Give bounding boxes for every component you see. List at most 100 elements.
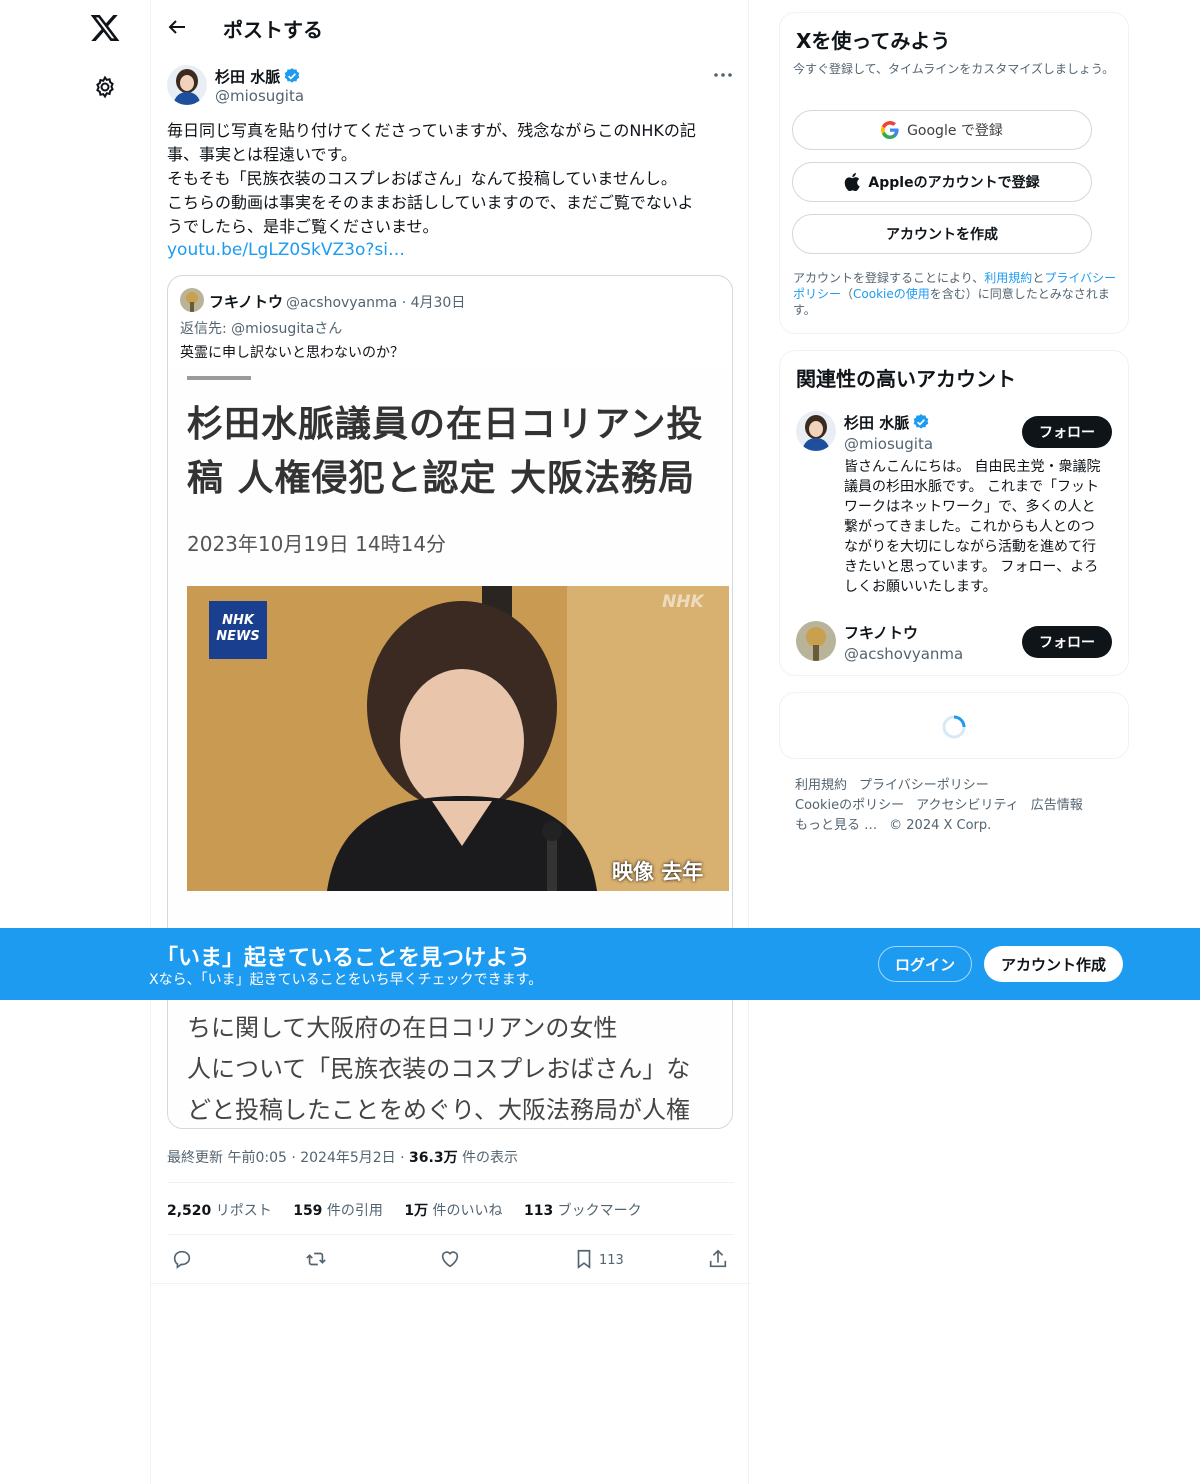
signup-subtitle: 今すぐ登録して、タイムラインをカスタマイズしましょう。: [793, 62, 1115, 76]
quoted-post[interactable]: フキノトウ @acshovyanma · 4月30日 返信先: @miosugi…: [167, 275, 733, 1129]
divider: [167, 1234, 734, 1235]
author-name[interactable]: 杉田 水脈: [215, 66, 301, 87]
follow-button[interactable]: フォロー: [1022, 416, 1112, 448]
bookmarks-label: ブックマーク: [553, 1203, 642, 1219]
likes-count: 1万: [404, 1203, 429, 1219]
verified-badge-icon: [284, 68, 300, 83]
account-name-text: 杉田 水脈: [844, 414, 910, 432]
quote-reply-to: 返信先: @miosugitaさん: [180, 321, 343, 337]
terms-link[interactable]: 利用規約: [984, 271, 1032, 285]
legal-text-2: と: [1032, 271, 1045, 285]
sidebar-footer: 利用規約 プライバシーポリシー Cookieのポリシー アクセシビリティ 広告情報 も…: [795, 776, 1115, 836]
footer-ads-link[interactable]: 広告情報: [1031, 798, 1083, 813]
gear-icon[interactable]: [93, 75, 117, 99]
author-name-text: 杉田 水脈: [215, 68, 281, 86]
share-icon[interactable]: [707, 1248, 729, 1270]
bookmark-action-count: 113: [599, 1253, 624, 1268]
repost-icon[interactable]: [305, 1248, 327, 1270]
nhk-news-badge: NHK NEWS: [209, 601, 267, 659]
footer-more-link[interactable]: もっと見る …: [795, 818, 877, 833]
bookmarks-count: 113: [524, 1203, 554, 1219]
author-avatar[interactable]: [167, 65, 207, 105]
account-name[interactable]: フキノトウ: [844, 622, 918, 643]
page-title: ポストする: [223, 18, 323, 42]
account-bio: 皆さんこんにちは。 自由民主党・衆議院議員の杉田水脈です。 これまで「フットワー…: [844, 459, 1101, 595]
post-timestamp[interactable]: 最終更新 午前0:05 · 2024年5月2日 ·: [167, 1150, 409, 1166]
post-stats: 2,520 リポスト 159 件の引用 1万 件のいいね 113 ブックマーク: [167, 1200, 659, 1220]
account-name[interactable]: 杉田 水脈: [844, 412, 930, 433]
verified-badge-icon: [913, 414, 929, 429]
google-signup-label: Google で登録: [907, 123, 1003, 139]
news-body: ちに関して大阪府の在日コリアンの女性 人について「民族衣装のコスプレおばさん」な…: [187, 1014, 691, 1124]
x-logo-icon[interactable]: [89, 12, 121, 44]
quote-news-image[interactable]: 杉田水脈議員の在日コリアン投稿 人権侵犯と認定 大阪法務局 2023年10月19…: [168, 368, 732, 1128]
cookie-link[interactable]: Cookieの使用: [853, 287, 930, 301]
login-button[interactable]: ログイン: [878, 946, 972, 982]
views-count: 36.3万: [409, 1150, 458, 1166]
banner-subtitle: Xなら、「いま」起きていることをいち早くチェックできます。: [149, 972, 543, 988]
loading-spinner-icon: [942, 715, 966, 739]
footer-accessibility-link[interactable]: アクセシビリティ: [916, 798, 1019, 813]
nhk-badge-line2: NEWS: [216, 629, 260, 644]
account-avatar[interactable]: [796, 411, 836, 451]
main-column: ポストする 杉田 水脈 @miosugita 毎日同じ写真を貼り付けてくださって…: [150, 0, 750, 1484]
footer-cookie-link[interactable]: Cookieのポリシー: [795, 798, 904, 813]
like-icon[interactable]: [439, 1248, 461, 1270]
post-meta: 最終更新 午前0:05 · 2024年5月2日 · 36.3万 件の表示: [167, 1147, 518, 1167]
legal-text-1: アカウントを登録することにより、: [793, 271, 985, 285]
apple-signup-label: Appleのアカウントで登録: [868, 175, 1040, 191]
likes-label: 件のいいね: [428, 1203, 503, 1219]
news-divider: [187, 376, 251, 380]
quote-avatar[interactable]: [180, 288, 204, 312]
reposts-stat[interactable]: 2,520 リポスト: [167, 1203, 272, 1219]
create-account-button[interactable]: アカウントを作成: [792, 214, 1092, 254]
post-text: 毎日同じ写真を貼り付けてくださっていますが、残念ながらこのNHKの記 事、事実と…: [167, 121, 696, 236]
bookmark-icon[interactable]: [573, 1248, 595, 1270]
likes-stat[interactable]: 1万 件のいいね: [404, 1203, 502, 1219]
left-rail: [0, 0, 150, 1484]
footer-privacy-link[interactable]: プライバシーポリシー: [859, 778, 989, 793]
follow-button[interactable]: フォロー: [1022, 626, 1112, 658]
footer-copyright: © 2024 X Corp.: [889, 818, 992, 833]
quotes-label: 件の引用: [322, 1203, 383, 1219]
signup-title: Xを使ってみよう: [796, 29, 951, 53]
signup-card: Xを使ってみよう 今すぐ登録して、タイムラインをカスタマイズしましょう。 Goo…: [779, 12, 1129, 334]
author-handle[interactable]: @miosugita: [215, 87, 304, 105]
banner-title: 「いま」起きていることを見つけよう: [156, 946, 531, 971]
divider: [151, 1283, 750, 1284]
legal-text-3: （: [841, 287, 854, 301]
reposts-label: リポスト: [211, 1203, 272, 1219]
more-options-icon[interactable]: [713, 70, 733, 80]
reposts-count: 2,520: [167, 1203, 212, 1219]
post-link[interactable]: youtu.be/LgLZ0SkVZ3o?si…: [167, 240, 405, 260]
account-avatar[interactable]: [796, 621, 836, 661]
bookmarks-stat[interactable]: 113 ブックマーク: [524, 1203, 642, 1219]
quotes-count: 159: [293, 1203, 323, 1219]
nhk-watermark: NHK: [662, 592, 704, 612]
related-title: 関連性の高いアカウント: [796, 367, 1016, 391]
quote-handle-date: @acshovyanma · 4月30日: [286, 295, 466, 311]
apple-signup-button[interactable]: Appleのアカウントで登録: [792, 162, 1092, 202]
account-handle[interactable]: @acshovyanma: [844, 645, 963, 663]
news-headline: 杉田水脈議員の在日コリアン投稿 人権侵犯と認定 大阪法務局: [187, 404, 704, 499]
topbar: ポストする: [151, 0, 750, 54]
quote-text: 英霊に申し訳ないと思わないのか？: [180, 345, 404, 361]
views-label: 件の表示: [457, 1150, 519, 1166]
footer-terms-link[interactable]: 利用規約: [795, 778, 847, 793]
loading-card: [779, 692, 1129, 759]
banner-signup-button[interactable]: アカウント作成: [984, 946, 1123, 982]
photo-caption: 映像 去年: [612, 860, 704, 884]
login-banner: 「いま」起きていることを見つけよう Xなら、「いま」起きていることをいち早くチェ…: [0, 928, 1200, 1000]
google-signup-button[interactable]: Google で登録: [792, 110, 1092, 150]
signup-legal-text: アカウントを登録することにより、利用規約とプライバシーポリシー（Cookieの使…: [793, 270, 1121, 318]
quote-author-name[interactable]: フキノトウ: [209, 291, 283, 312]
reply-icon[interactable]: [171, 1248, 193, 1270]
account-handle[interactable]: @miosugita: [844, 435, 933, 453]
divider: [167, 1182, 734, 1183]
google-icon: [881, 121, 899, 139]
related-accounts-card: 関連性の高いアカウント 杉田 水脈 @miosugita フォロー 皆さんこんに…: [779, 350, 1129, 676]
news-photo: NHK NEWS NHK 映像 去年: [187, 586, 729, 891]
back-arrow-icon[interactable]: [165, 15, 189, 39]
quotes-stat[interactable]: 159 件の引用: [293, 1203, 383, 1219]
nhk-badge-line1: NHK: [222, 613, 254, 628]
